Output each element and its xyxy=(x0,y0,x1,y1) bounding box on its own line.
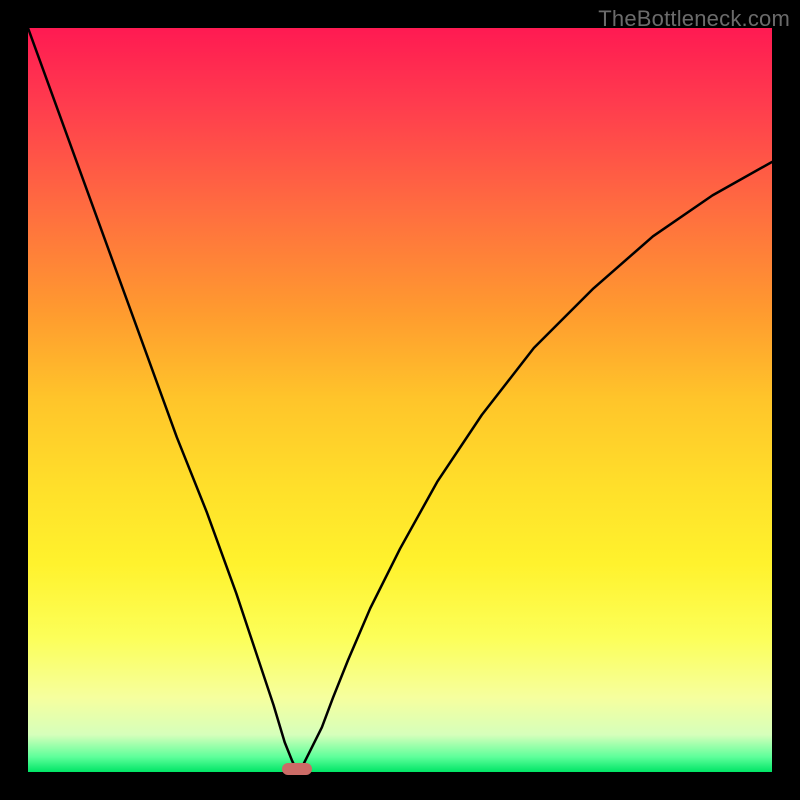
bottleneck-curve xyxy=(28,28,772,772)
curve-right-branch xyxy=(300,162,772,772)
chart-frame: TheBottleneck.com xyxy=(0,0,800,800)
watermark-text: TheBottleneck.com xyxy=(598,6,790,32)
curve-left-branch xyxy=(28,28,300,772)
chart-plot-area xyxy=(28,28,772,772)
minimum-point-marker xyxy=(282,763,312,775)
